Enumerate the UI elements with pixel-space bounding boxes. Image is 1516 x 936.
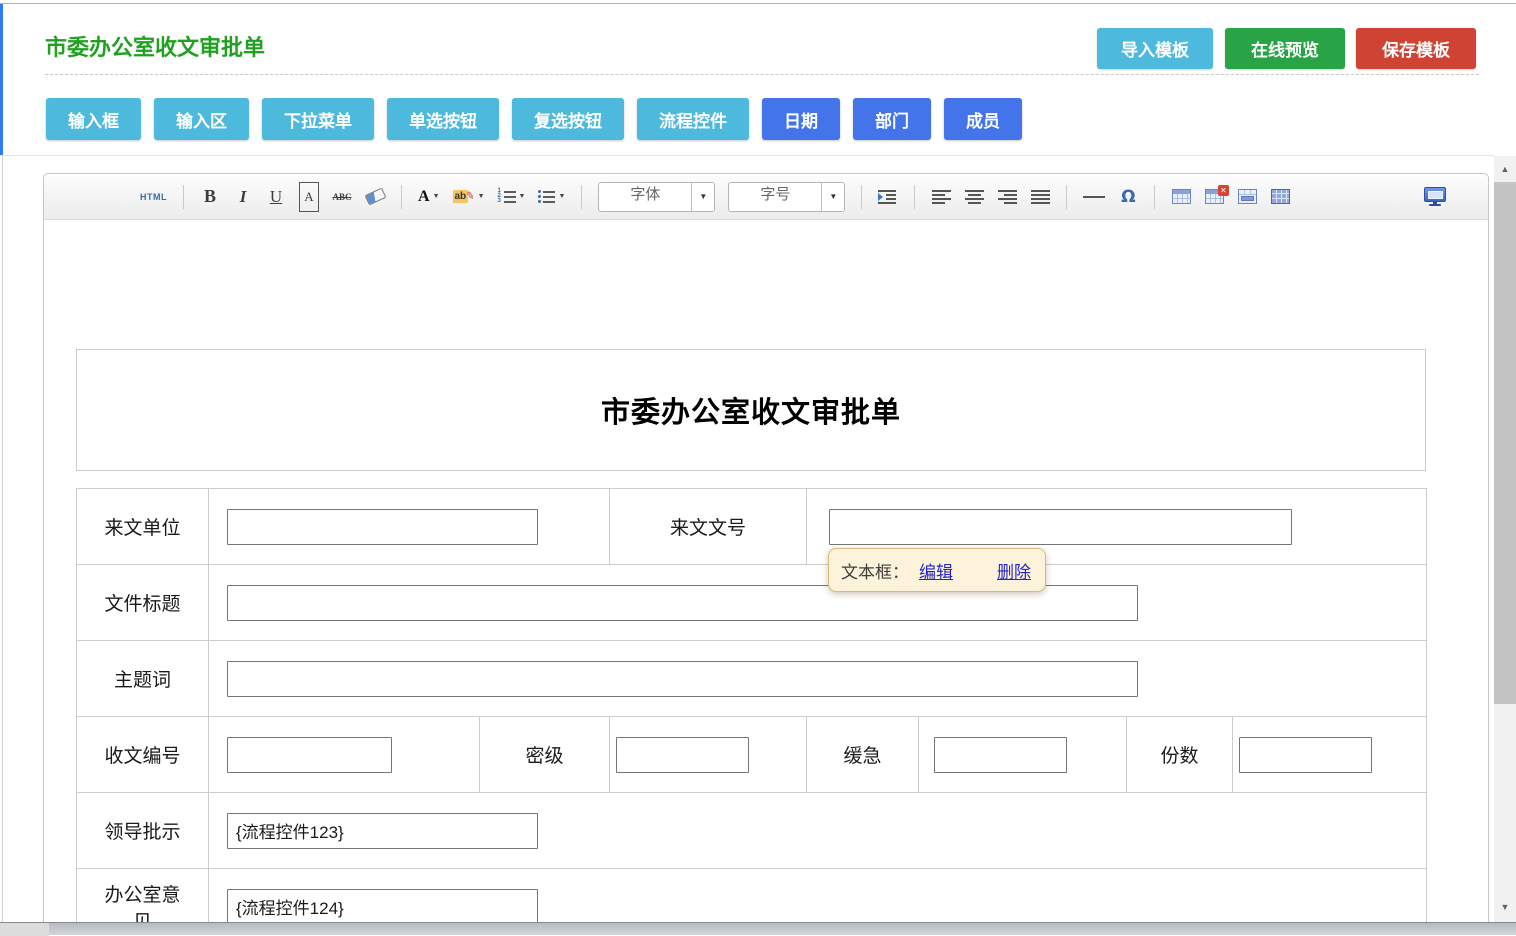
indent-icon[interactable] (878, 182, 898, 212)
editor-document[interactable]: 市委办公室收文审批单 来文单位 来文文号 文件标题 主题词 收文 (44, 220, 1488, 935)
fullscreen-icon[interactable] (1424, 187, 1446, 206)
table-row: 主题词 (77, 641, 1427, 717)
ordered-list-icon[interactable]: 1 2 3 ▼ (498, 182, 526, 212)
toolbar-separator (401, 185, 402, 209)
table-properties-icon[interactable] (1270, 182, 1290, 212)
widget-tooltip: 文本框： 编辑 删除 (828, 548, 1046, 592)
toolbar-separator (914, 185, 915, 209)
underline-icon[interactable]: U (266, 182, 286, 212)
chevron-down-icon[interactable]: ▼ (691, 183, 714, 211)
toolbar-separator (1154, 185, 1155, 209)
align-justify-icon[interactable] (1030, 182, 1050, 212)
doc-number-label: 来文文号 (610, 489, 807, 565)
special-character-icon[interactable]: Ω (1118, 182, 1138, 212)
add-department-button[interactable]: 部门 (853, 98, 931, 140)
page-title: 市委办公室收文审批单 (45, 30, 265, 62)
receive-number-cell (209, 717, 480, 793)
urgency-label: 缓急 (807, 717, 919, 793)
align-center-icon[interactable] (964, 182, 984, 212)
urgency-input[interactable] (934, 737, 1067, 773)
receive-number-label: 收文编号 (77, 717, 209, 793)
character-border-icon[interactable]: A (299, 182, 319, 212)
doc-title-label: 文件标题 (77, 565, 209, 641)
insert-table-icon[interactable] (1171, 182, 1191, 212)
copies-label: 份数 (1127, 717, 1233, 793)
doc-number-input[interactable] (829, 509, 1292, 545)
source-unit-cell (209, 489, 610, 565)
highlight-color-icon[interactable]: ab✎▼ (453, 182, 485, 212)
add-textarea-button[interactable]: 输入区 (154, 98, 249, 140)
table-row: 文件标题 (77, 565, 1427, 641)
cell-properties-icon[interactable] (1237, 182, 1257, 212)
table-row: 领导批示 (77, 793, 1427, 869)
toolbar-separator (861, 185, 862, 209)
add-member-button[interactable]: 成员 (944, 98, 1022, 140)
form-title-box: 市委办公室收文审批单 (76, 349, 1426, 471)
scrollbar-corner (0, 923, 49, 936)
add-date-button[interactable]: 日期 (762, 98, 840, 140)
save-template-button[interactable]: 保存模板 (1356, 28, 1476, 69)
source-unit-input[interactable] (227, 509, 538, 545)
form-title: 市委办公室收文审批单 (601, 389, 901, 431)
doc-title-cell (209, 565, 1427, 641)
receive-number-input[interactable] (227, 737, 392, 773)
bottom-edge-bar (0, 922, 1516, 935)
strikethrough-icon[interactable]: ABC (332, 182, 352, 212)
secrecy-label: 密级 (480, 717, 610, 793)
add-input-box-button[interactable]: 输入框 (46, 98, 141, 140)
html-source-icon[interactable]: HTML (140, 182, 167, 212)
copies-input[interactable] (1239, 737, 1372, 773)
align-left-icon[interactable] (931, 182, 951, 212)
delete-link[interactable]: 删除 (997, 558, 1031, 583)
source-unit-label: 来文单位 (77, 489, 209, 565)
header: 市委办公室收文审批单 导入模板 在线预览 保存模板 输入框 输入区 下拉菜单 单… (3, 4, 1516, 155)
font-size-select[interactable]: 字号 ▼ (728, 182, 845, 212)
tooltip-label: 文本框： (841, 558, 909, 583)
table-row: 来文单位 来文文号 (77, 489, 1427, 565)
scrollbar-down-icon[interactable]: ▼ (1494, 896, 1516, 918)
secrecy-cell (610, 717, 807, 793)
leader-comment-label: 领导批示 (77, 793, 209, 869)
leader-comment-input[interactable] (227, 813, 538, 849)
subject-words-cell (209, 641, 1427, 717)
secrecy-input[interactable] (616, 737, 749, 773)
toolbar-separator (1066, 185, 1067, 209)
toolbar-separator (581, 185, 582, 209)
left-border-line (2, 156, 3, 922)
scrollbar-thumb[interactable] (1494, 182, 1516, 704)
header-divider (0, 155, 1494, 156)
form-table: 来文单位 来文文号 文件标题 主题词 收文编号 密级 缓急 份数 (76, 488, 1427, 935)
dashed-separator (45, 74, 1479, 75)
rich-text-editor: HTML B I U A ABC A▼ ab✎▼ 1 2 3 ▼ ▼ 字体 (43, 173, 1489, 935)
leader-comment-cell (209, 793, 1427, 869)
online-preview-button[interactable]: 在线预览 (1225, 28, 1345, 69)
editor-toolbar: HTML B I U A ABC A▼ ab✎▼ 1 2 3 ▼ ▼ 字体 (44, 174, 1488, 220)
bold-icon[interactable]: B (200, 182, 220, 212)
subject-words-label: 主题词 (77, 641, 209, 717)
remove-format-eraser-icon[interactable] (365, 182, 385, 212)
add-flow-control-button[interactable]: 流程控件 (637, 98, 749, 140)
import-template-button[interactable]: 导入模板 (1097, 28, 1213, 69)
urgency-cell (919, 717, 1127, 793)
chevron-down-icon[interactable]: ▼ (821, 183, 844, 211)
office-opinion-input[interactable] (227, 889, 538, 925)
horizontal-rule-icon[interactable] (1083, 182, 1105, 212)
font-family-select[interactable]: 字体 ▼ (598, 182, 715, 212)
vertical-scrollbar[interactable]: ▲ ▼ (1494, 156, 1516, 922)
scrollbar-up-icon[interactable]: ▲ (1494, 158, 1516, 180)
add-radio-button[interactable]: 单选按钮 (387, 98, 499, 140)
add-dropdown-button[interactable]: 下拉菜单 (262, 98, 374, 140)
widget-button-row: 输入框 输入区 下拉菜单 单选按钮 复选按钮 流程控件 日期 部门 成员 (46, 98, 1022, 140)
italic-icon[interactable]: I (233, 182, 253, 212)
toolbar-separator (183, 185, 184, 209)
copies-cell (1233, 717, 1427, 793)
delete-table-icon[interactable] (1204, 182, 1224, 212)
edit-link[interactable]: 编辑 (919, 558, 953, 583)
unordered-list-icon[interactable]: ▼ (538, 182, 565, 212)
table-row: 收文编号 密级 缓急 份数 (77, 717, 1427, 793)
font-color-icon[interactable]: A▼ (418, 182, 440, 212)
add-checkbox-button[interactable]: 复选按钮 (512, 98, 624, 140)
align-right-icon[interactable] (997, 182, 1017, 212)
subject-words-input[interactable] (227, 661, 1138, 697)
